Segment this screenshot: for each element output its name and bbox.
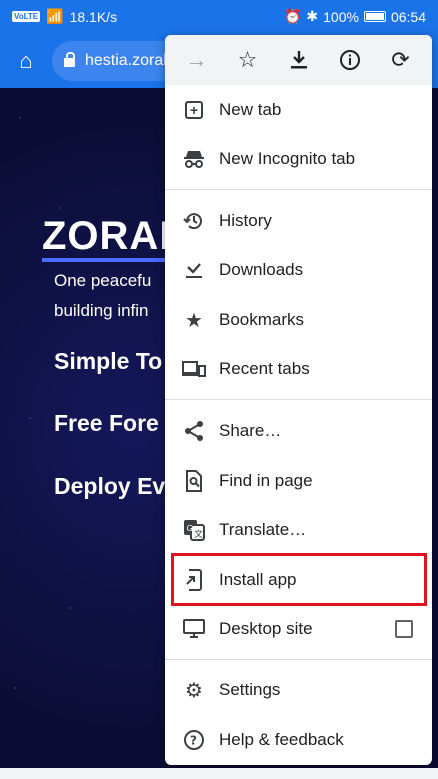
desktop-site-checkbox[interactable] — [395, 620, 413, 638]
svg-text:文: 文 — [194, 528, 203, 540]
signal-icon: 📶 — [46, 8, 64, 24]
refresh-icon[interactable]: ⟳ — [383, 42, 419, 78]
menu-item-new-incognito-tab[interactable]: New Incognito tab — [165, 135, 432, 183]
status-bar: VoLTE 📶 18.1K/s ⏰ ✱ 100% 06:54 — [0, 0, 438, 33]
bookmarks-star-icon: ★ — [185, 309, 203, 332]
menu-divider — [165, 659, 432, 660]
network-speed: 18.1K/s — [69, 8, 118, 25]
url-text: hestia.zoral — [85, 51, 167, 69]
hero-title: ZORAL — [42, 216, 185, 262]
menu-item-share[interactable]: Share… — [165, 407, 432, 455]
forward-arrow-icon[interactable]: → — [179, 42, 215, 78]
battery-icon — [363, 11, 386, 22]
svg-text:G: G — [187, 524, 193, 533]
menu-item-new-tab[interactable]: + New tab — [165, 86, 432, 134]
desktop-icon — [182, 617, 206, 641]
menu-item-find-in-page[interactable]: Find in page — [165, 457, 432, 505]
feature-heading: Free Fore — [54, 410, 159, 436]
menu-action-row: → ☆ ⟳ — [165, 35, 432, 85]
menu-item-history[interactable]: History — [165, 197, 432, 245]
menu-item-translate[interactable]: G文 Translate… — [165, 506, 432, 554]
feature-heading: Simple To — [54, 348, 163, 374]
info-icon[interactable] — [332, 42, 368, 78]
share-icon — [182, 419, 206, 443]
translate-icon: G文 — [182, 518, 206, 542]
recent-tabs-icon — [182, 357, 206, 381]
download-icon[interactable] — [281, 42, 317, 78]
clock: 06:54 — [390, 8, 426, 25]
menu-item-settings[interactable]: ⚙ Settings — [165, 666, 432, 714]
lock-icon — [64, 52, 75, 67]
menu-item-label: Desktop site — [219, 619, 313, 638]
star-icon[interactable]: ☆ — [230, 42, 266, 78]
battery-percent: 100% — [323, 8, 359, 25]
browser-overflow-menu: → ☆ ⟳ + New tab New Incognito tab Histor… — [165, 35, 432, 765]
find-in-page-icon — [182, 469, 206, 493]
menu-item-help-feedback[interactable]: ? Help & feedback — [165, 716, 432, 764]
menu-item-label: Settings — [219, 680, 281, 699]
alarm-icon: ⏰ — [283, 8, 302, 24]
new-tab-icon: + — [182, 98, 206, 122]
bottom-bar — [0, 768, 438, 779]
svg-text:?: ? — [190, 734, 197, 748]
incognito-icon — [182, 147, 206, 171]
menu-item-label: Bookmarks — [219, 310, 305, 329]
help-icon: ? — [182, 728, 206, 752]
menu-item-desktop-site[interactable]: Desktop site — [165, 605, 432, 653]
downloads-icon — [182, 258, 206, 282]
history-icon — [182, 209, 206, 233]
menu-item-bookmarks[interactable]: ★ Bookmarks — [165, 296, 432, 344]
menu-item-label: Help & feedback — [219, 730, 344, 749]
settings-gear-icon: ⚙ — [185, 679, 203, 702]
menu-item-downloads[interactable]: Downloads — [165, 246, 432, 294]
install-app-highlight-box — [171, 553, 427, 606]
home-icon[interactable]: ⌂ — [12, 47, 40, 75]
menu-item-label: Recent tabs — [219, 359, 310, 378]
volte-badge: VoLTE — [12, 11, 41, 22]
bluetooth-icon: ✱ — [306, 8, 319, 24]
menu-item-label: History — [219, 211, 272, 230]
menu-divider — [165, 189, 432, 190]
menu-divider — [165, 399, 432, 400]
feature-heading: Deploy Ev — [54, 473, 166, 499]
menu-item-label: Find in page — [219, 471, 313, 490]
menu-item-label: New Incognito tab — [219, 149, 356, 168]
menu-item-label: New tab — [219, 100, 282, 119]
menu-item-recent-tabs[interactable]: Recent tabs — [165, 345, 432, 393]
menu-item-label: Downloads — [219, 260, 304, 279]
menu-item-label: Share… — [219, 421, 282, 440]
menu-item-label: Translate… — [219, 520, 307, 539]
